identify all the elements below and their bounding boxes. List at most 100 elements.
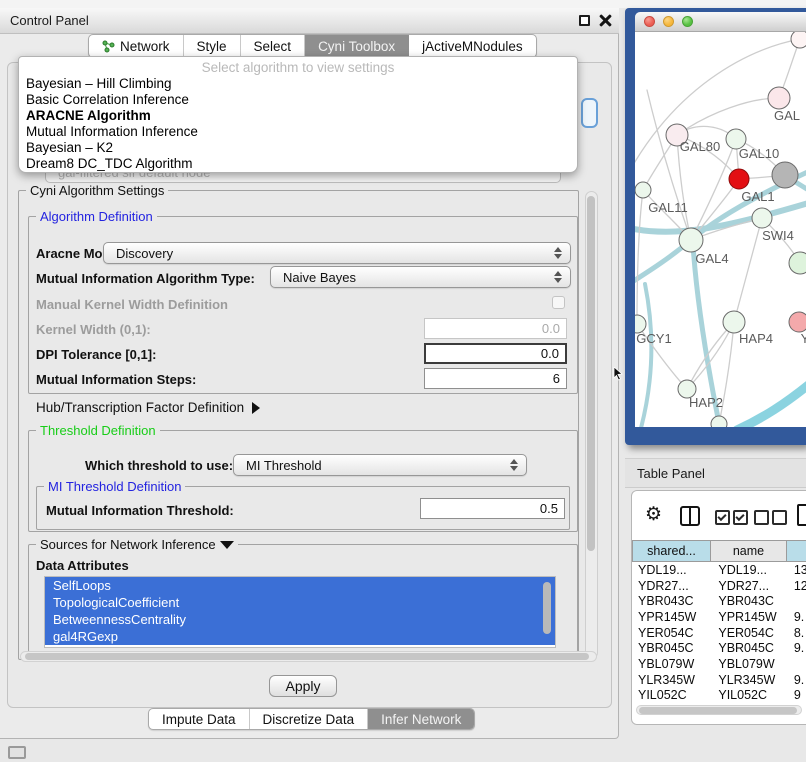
apply-button[interactable]: Apply — [269, 675, 337, 697]
collapse-arrow-icon[interactable] — [220, 541, 234, 549]
expand-arrow-icon[interactable] — [252, 402, 260, 414]
mi-threshold-field[interactable] — [420, 498, 565, 519]
network-node[interactable] — [723, 311, 745, 333]
aracne-mode-combo[interactable]: Discovery — [103, 242, 571, 264]
columns-icon[interactable] — [680, 506, 700, 526]
mac-minimize-button[interactable] — [663, 16, 674, 27]
tab-cyni-toolbox[interactable]: Cyni Toolbox — [305, 35, 409, 57]
table-cell: YDL19... — [632, 563, 713, 577]
node-label: GAL — [774, 108, 800, 123]
table-cell: YBR045C — [713, 641, 791, 655]
document-icon[interactable] — [797, 504, 806, 526]
control-panel-titlebar: Control Panel — [0, 8, 619, 34]
network-node[interactable] — [635, 182, 651, 198]
tab-label: Select — [254, 39, 292, 54]
table-row[interactable]: YIL052CYIL052C9 — [632, 688, 806, 704]
table-cell: YPR145W — [713, 610, 791, 624]
network-node[interactable] — [772, 162, 798, 188]
which-threshold-combo[interactable]: MI Threshold — [233, 454, 527, 476]
data-attributes-list[interactable]: SelfLoopsTopologicalCoefficientBetweenne… — [44, 576, 556, 648]
network-node[interactable] — [679, 228, 703, 252]
table-row[interactable]: YBR045CYBR045C9. — [632, 640, 806, 656]
table-row[interactable]: YER054CYER054C8. — [632, 625, 806, 641]
column-header-name[interactable]: name — [711, 540, 787, 562]
table-panel-titlebar: Table Panel — [625, 458, 806, 488]
dropdown-item[interactable]: Dream8 DC_TDC Algorithm — [19, 156, 577, 172]
table-row[interactable]: YDL19...YDL19...13 — [632, 562, 806, 578]
network-node[interactable] — [789, 312, 806, 332]
attribute-list-scrollbar[interactable] — [542, 580, 552, 644]
dropdown-item[interactable]: Bayesian – K2 — [19, 140, 577, 156]
table-row[interactable]: YBR043CYBR043C — [632, 593, 806, 609]
dropdown-item[interactable]: Bayesian – Hill Climbing — [19, 76, 577, 92]
column-header-partial[interactable] — [787, 540, 806, 562]
scrollbar-thumb[interactable] — [639, 707, 797, 714]
attribute-item[interactable]: SelfLoops — [45, 577, 555, 594]
mi-algorithm-type-combo[interactable]: Naive Bayes — [270, 266, 571, 288]
network-node[interactable] — [729, 169, 749, 189]
table-row[interactable]: YPR145WYPR145W9. — [632, 609, 806, 625]
close-icon[interactable] — [599, 14, 612, 27]
data-attributes-label: Data Attributes — [36, 558, 129, 573]
tab-infer-network[interactable]: Infer Network — [368, 709, 474, 729]
dropdown-item-list: Bayesian – Hill ClimbingBasic Correlatio… — [19, 76, 577, 172]
table-body: YDL19...YDL19...13YDR27...YDR27...12YBR0… — [632, 562, 806, 703]
scrollbar-thumb[interactable] — [587, 196, 595, 551]
network-canvas[interactable]: GALGAL80GAL10GAL1GAL11GAL4SWI4GCY1HAP4YH… — [635, 32, 806, 427]
network-node[interactable] — [752, 208, 772, 228]
node-label: GAL4 — [695, 251, 728, 266]
attribute-item[interactable]: gal4RGexp — [45, 628, 555, 645]
mi-steps-field[interactable] — [424, 368, 567, 389]
dropdown-item[interactable]: Basic Correlation Inference — [19, 92, 577, 108]
table-row[interactable]: YDR27...YDR27...12 — [632, 578, 806, 594]
node-label: HAP4 — [739, 331, 773, 346]
network-node[interactable] — [768, 87, 790, 109]
table-cell: YBL079W — [632, 657, 713, 671]
hub-definition-expander[interactable]: Hub/Transcription Factor Definition — [36, 400, 260, 415]
scrollbar-thumb[interactable] — [25, 653, 589, 660]
dpi-tolerance-field[interactable] — [424, 343, 567, 364]
table-horizontal-scrollbar[interactable] — [636, 705, 802, 715]
tab-style[interactable]: Style — [184, 35, 241, 57]
select-all-icon[interactable] — [715, 510, 748, 525]
tab-jactivemnodules[interactable]: jActiveMNodules — [409, 35, 536, 57]
hub-definition-label: Hub/Transcription Factor Definition — [36, 400, 244, 415]
table-cell: YBR043C — [632, 594, 713, 608]
node-label: GAL1 — [741, 189, 774, 204]
settings-vertical-scrollbar[interactable] — [585, 191, 598, 659]
minimized-panel-icon[interactable] — [8, 746, 26, 759]
column-header-shared[interactable]: shared... — [632, 540, 711, 562]
focused-combo-fragment — [581, 98, 598, 128]
mac-close-button[interactable] — [644, 16, 655, 27]
scrollbar-thumb[interactable] — [543, 582, 551, 634]
table-row[interactable]: YLR345WYLR345W9. — [632, 672, 806, 688]
table-cell: YPR145W — [632, 610, 713, 624]
tab-select[interactable]: Select — [241, 35, 306, 57]
manual-kernel-width-checkbox[interactable] — [552, 296, 565, 309]
settings-horizontal-scrollbar[interactable] — [20, 651, 597, 662]
tab-impute-data[interactable]: Impute Data — [149, 709, 250, 729]
network-window-titlebar[interactable] — [635, 12, 806, 32]
tab-label: Cyni Toolbox — [318, 39, 395, 54]
attribute-item[interactable]: TopologicalCoefficient — [45, 594, 555, 611]
network-node[interactable] — [789, 252, 806, 274]
tab-label: jActiveMNodules — [422, 39, 523, 54]
dropdown-item[interactable]: ARACNE Algorithm — [19, 108, 577, 124]
tab-network[interactable]: Network — [89, 35, 184, 57]
deselect-all-icon[interactable] — [754, 510, 787, 525]
gear-icon[interactable]: ⚙ — [645, 505, 662, 524]
table-row[interactable]: YBL079WYBL079W — [632, 656, 806, 672]
float-window-icon[interactable] — [579, 15, 590, 26]
attribute-item[interactable]: BetweennessCentrality — [45, 611, 555, 628]
kernel-width-field[interactable] — [424, 318, 567, 339]
tab-discretize-data[interactable]: Discretize Data — [250, 709, 369, 729]
table-header-row: shared... name — [632, 540, 806, 562]
network-node[interactable] — [711, 416, 727, 427]
tab-label: Impute Data — [162, 712, 236, 727]
mac-zoom-button[interactable] — [682, 16, 693, 27]
node-label: GAL10 — [739, 146, 779, 161]
mi-algorithm-type-value: Naive Bayes — [283, 270, 356, 285]
which-threshold-value: MI Threshold — [246, 458, 322, 473]
dropdown-item[interactable]: Mutual Information Inference — [19, 124, 577, 140]
network-node[interactable] — [791, 32, 806, 48]
